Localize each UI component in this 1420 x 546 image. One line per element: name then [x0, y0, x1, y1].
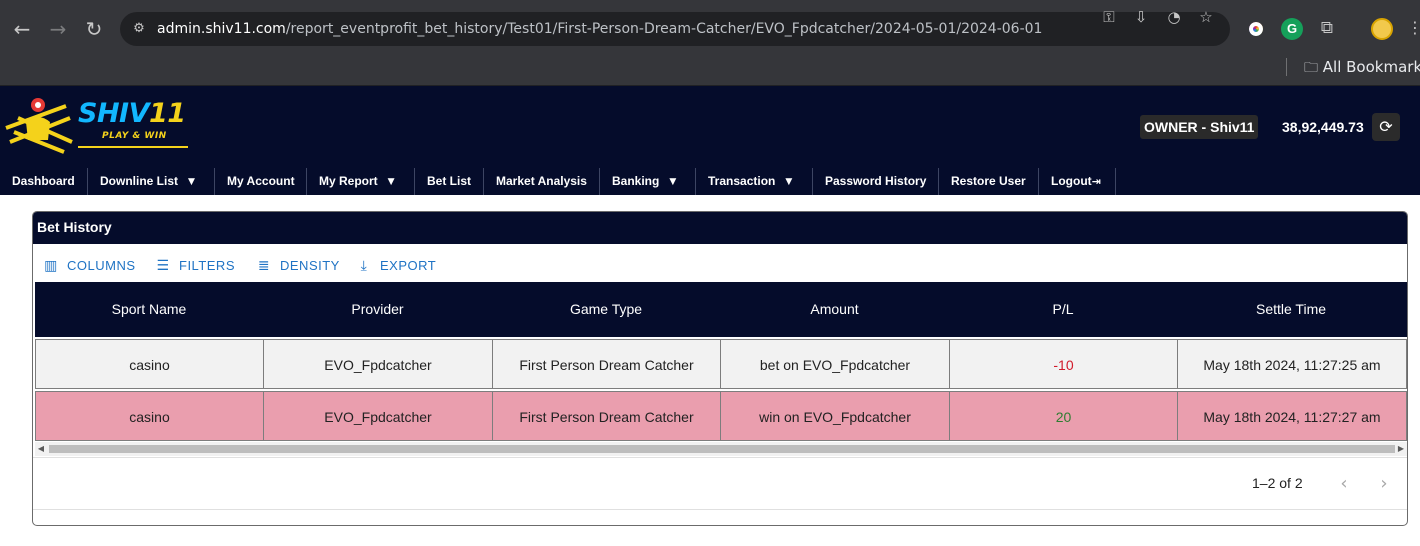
account-balance: 38,92,449.73	[1282, 119, 1364, 135]
table-row[interactable]: casino EVO_Fpdcatcher First Person Dream…	[35, 391, 1407, 441]
performance-icon[interactable]: ◔	[1164, 8, 1184, 26]
logout-icon: ⇥	[1091, 175, 1101, 188]
next-page-button[interactable]: ›	[1370, 470, 1398, 498]
filter-icon: ☰	[156, 258, 170, 274]
refresh-icon: ⟳	[1379, 117, 1393, 136]
columns-icon: ▥	[44, 258, 58, 274]
nav-item-my-account[interactable]: My Account	[215, 168, 307, 195]
nav-item-password-history[interactable]: Password History	[813, 168, 939, 195]
cell-pl: -10	[949, 339, 1178, 389]
nav-item-dashboard[interactable]: Dashboard	[0, 168, 88, 195]
brand-name: SHIV11	[78, 98, 186, 129]
address-bar[interactable]: ⚙ admin.shiv11.com/report_eventprofit_be…	[120, 12, 1230, 46]
cell-settle-time: May 18th 2024, 11:27:25 am	[1177, 339, 1407, 389]
chevron-right-icon: ›	[1380, 473, 1388, 494]
nav-item-market-analysis[interactable]: Market Analysis	[484, 168, 600, 195]
cell-pl: 20	[949, 391, 1178, 441]
bookmarks-bar	[0, 58, 1420, 86]
cell-sport-name: casino	[35, 339, 264, 389]
footer-bottom-divider	[33, 509, 1407, 510]
caret-down-icon: ▼	[387, 177, 395, 187]
footer-divider	[33, 457, 1407, 458]
nav-item-bet-list[interactable]: Bet List	[415, 168, 484, 195]
columns-button[interactable]: ▥ COLUMNS	[41, 257, 136, 275]
column-header-sport-name[interactable]: Sport Name	[35, 282, 263, 337]
folder-icon: 🗀	[1304, 60, 1318, 76]
column-header-provider[interactable]: Provider	[263, 282, 492, 337]
nav-item-my-report[interactable]: My Report ▼	[307, 168, 415, 195]
site-settings-icon[interactable]: ⚙	[130, 20, 148, 38]
profile-avatar-icon[interactable]	[1371, 18, 1393, 40]
export-button[interactable]: ⤓ EXPORT	[354, 257, 436, 275]
panel-title: Bet History	[33, 212, 1407, 244]
density-icon: ≣	[257, 258, 271, 274]
back-arrow-icon[interactable]: ←	[9, 16, 35, 42]
brand-underline	[78, 146, 188, 148]
nav-item-logout[interactable]: Logout⇥	[1039, 168, 1116, 195]
bookmarks-divider	[1286, 58, 1287, 76]
density-button[interactable]: ≣ DENSITY	[254, 257, 340, 275]
pagination-range: 1–2 of 2	[1252, 475, 1303, 491]
column-header-pl[interactable]: P/L	[949, 282, 1177, 337]
cell-amount: bet on EVO_Fpdcatcher	[720, 339, 950, 389]
cell-game-type: First Person Dream Catcher	[492, 339, 721, 389]
color-extension-icon[interactable]	[1245, 18, 1267, 40]
chevron-left-icon: ‹	[1340, 473, 1348, 494]
caret-down-icon: ▼	[785, 177, 793, 187]
cell-sport-name: casino	[35, 391, 264, 441]
bet-history-panel: Bet History ▥ COLUMNS ☰ FILTERS ≣ DENSITY ⤓…	[32, 211, 1408, 526]
filters-button[interactable]: ☰ FILTERS	[153, 257, 235, 275]
brand-tagline: PLAY & WIN	[102, 131, 167, 141]
export-icon: ⤓	[360, 258, 368, 274]
column-header-amount[interactable]: Amount	[720, 282, 949, 337]
owner-badge: OWNER - Shiv11	[1140, 115, 1259, 139]
cell-settle-time: May 18th 2024, 11:27:27 am	[1177, 391, 1407, 441]
reload-icon[interactable]: ↻	[81, 16, 107, 42]
cell-provider: EVO_Fpdcatcher	[263, 391, 493, 441]
all-bookmarks-button[interactable]: 🗀 All Bookmarks	[1304, 57, 1420, 81]
horizontal-scrollbar[interactable]: ◀ ▶	[35, 442, 1407, 456]
key-icon[interactable]: ⚿	[1099, 8, 1119, 26]
install-app-icon[interactable]: ⇩	[1131, 8, 1151, 26]
nav-item-downline-list[interactable]: Downline List ▼	[88, 168, 215, 195]
cell-provider: EVO_Fpdcatcher	[263, 339, 493, 389]
column-header-settle-time[interactable]: Settle Time	[1177, 282, 1405, 337]
extensions-puzzle-icon[interactable]: ⧉	[1317, 19, 1337, 37]
caret-down-icon: ▼	[188, 177, 195, 187]
scroll-left-icon[interactable]: ◀	[35, 442, 47, 456]
column-header-game-type[interactable]: Game Type	[492, 282, 720, 337]
browser-menu-icon[interactable]: ⋮	[1405, 19, 1420, 37]
bookmark-star-icon[interactable]: ☆	[1196, 8, 1216, 26]
grammarly-icon[interactable]: G	[1281, 18, 1303, 40]
refresh-balance-button[interactable]: ⟳	[1372, 113, 1400, 141]
cell-game-type: First Person Dream Catcher	[492, 391, 721, 441]
caret-down-icon: ▼	[669, 177, 677, 187]
url-text[interactable]: admin.shiv11.com/report_eventprofit_bet_…	[157, 21, 1042, 37]
forward-arrow-icon[interactable]: →	[45, 16, 71, 42]
nav-item-transaction[interactable]: Transaction ▼	[696, 168, 813, 195]
nav-item-restore-user[interactable]: Restore User	[939, 168, 1039, 195]
previous-page-button[interactable]: ‹	[1330, 470, 1358, 498]
nav-item-banking[interactable]: Banking ▼	[600, 168, 696, 195]
scrollbar-thumb[interactable]	[49, 445, 1395, 453]
cell-amount: win on EVO_Fpdcatcher	[720, 391, 950, 441]
scroll-right-icon[interactable]: ▶	[1395, 442, 1407, 456]
table-row[interactable]: casino EVO_Fpdcatcher First Person Dream…	[35, 339, 1407, 389]
